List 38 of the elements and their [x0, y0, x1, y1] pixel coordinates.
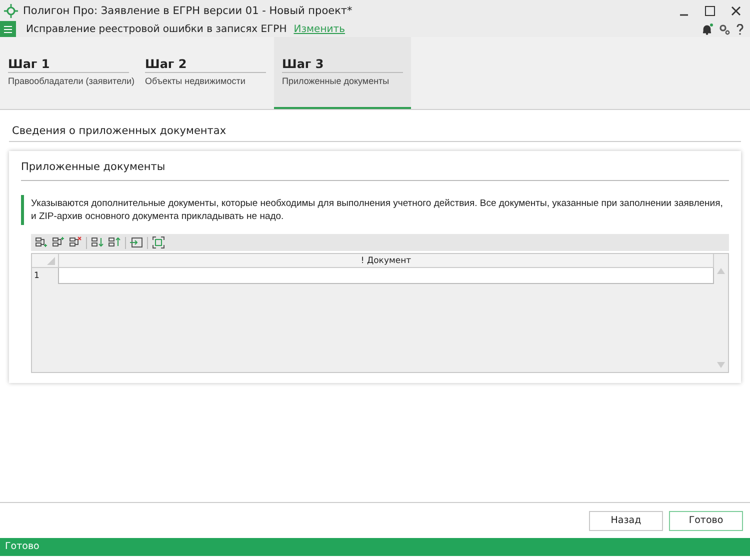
- fit-icon: [152, 236, 165, 249]
- move-up-icon: [108, 236, 121, 249]
- insert-row-icon: [35, 236, 48, 249]
- help-icon[interactable]: [736, 24, 744, 34]
- row-number: 1: [33, 270, 40, 283]
- dialog-button[interactable]: Назад: [589, 510, 663, 530]
- status-text: Готово: [0, 538, 750, 556]
- menu-icon: [4, 26, 12, 32]
- delete-row-button[interactable]: [69, 236, 82, 249]
- corner-icon: [47, 257, 55, 265]
- hint-text: Указываются дополнительные документы, которые необходимы для выполнения учетного действия. Все документы, указанные при заполнении заявления, и ZIP-архив основного документа прикладывать не надо.: [21, 195, 729, 225]
- bell-icon[interactable]: [701, 23, 713, 35]
- card-title: Приложенные документы: [21, 159, 729, 181]
- close-icon: [731, 6, 741, 16]
- step-tab[interactable]: Шаг 2 Объекты недвижимости: [137, 37, 274, 109]
- document-type-label: Исправление реестровой ошибки в записях ЕГРН: [26, 24, 287, 34]
- section-title: Сведения о приложенных документах: [9, 110, 741, 142]
- minimize-icon: [679, 14, 689, 16]
- step-tab[interactable]: Шаг 3 Приложенные документы: [274, 37, 411, 109]
- move-up-button[interactable]: [108, 236, 121, 249]
- maximize-icon: [705, 6, 715, 16]
- dialog-button[interactable]: Готово: [669, 510, 743, 530]
- menu-button[interactable]: [0, 21, 16, 37]
- window-title: Полигон Про: Заявление в ЕГРН версии 01 - Новый проект*: [23, 4, 354, 16]
- logo-icon: [4, 4, 18, 18]
- move-down-icon: [91, 236, 104, 249]
- settings-icon[interactable]: [719, 24, 730, 34]
- insert-row-button[interactable]: [35, 236, 48, 249]
- document-cell[interactable]: [58, 268, 714, 284]
- column-header[interactable]: ! Документ: [58, 254, 714, 268]
- import-icon: [130, 236, 143, 249]
- import-button[interactable]: [130, 236, 143, 249]
- add-row-icon: [52, 236, 65, 249]
- fit-button[interactable]: [152, 236, 165, 249]
- step-tab[interactable]: Шаг 1 Правообладатели (заявители): [0, 37, 137, 109]
- add-row-button[interactable]: [52, 236, 65, 249]
- move-down-button[interactable]: [91, 236, 104, 249]
- delete-row-icon: [69, 236, 82, 249]
